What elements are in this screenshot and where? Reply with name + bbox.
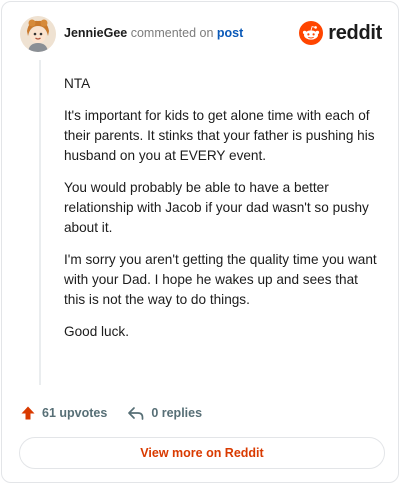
reddit-logo-icon: [299, 21, 324, 45]
comment-actions: 61 upvotes 0 replies: [20, 402, 202, 424]
comment-body: NTA It's important for kids to get alone…: [64, 74, 380, 354]
comment-paragraph: I'm sorry you aren't getting the quality…: [64, 252, 377, 307]
comment-header: JennieGee commented on post reddit: [20, 16, 382, 56]
thread-line: [39, 60, 41, 385]
avatar-illustration-icon: [20, 16, 56, 52]
upvote-count: 61 upvotes: [42, 406, 108, 420]
comment-paragraph: You would probably be able to have a bet…: [64, 180, 369, 235]
upvote-button[interactable]: 61 upvotes: [20, 405, 107, 421]
upvote-arrow-icon: [21, 406, 35, 420]
reddit-brand[interactable]: reddit: [299, 19, 382, 47]
replies-button[interactable]: 0 replies: [127, 405, 202, 421]
reply-arrow-icon: [128, 407, 144, 420]
reply-count: 0 replies: [151, 406, 203, 420]
comment-paragraph: Good luck.: [64, 324, 129, 339]
comment-paragraph: It's important for kids to get alone tim…: [64, 108, 375, 163]
username-link[interactable]: JennieGee: [64, 26, 127, 40]
comment-embed-card: JennieGee commented on post reddit NTA I…: [1, 1, 399, 483]
comment-byline: JennieGee commented on post: [64, 26, 243, 40]
reddit-wordmark: reddit: [328, 21, 382, 44]
byline-verb: commented on: [130, 26, 214, 40]
view-more-button[interactable]: View more on Reddit: [19, 437, 385, 469]
user-avatar[interactable]: [20, 16, 56, 52]
post-link[interactable]: post: [217, 26, 243, 40]
comment-paragraph: NTA: [64, 76, 91, 91]
